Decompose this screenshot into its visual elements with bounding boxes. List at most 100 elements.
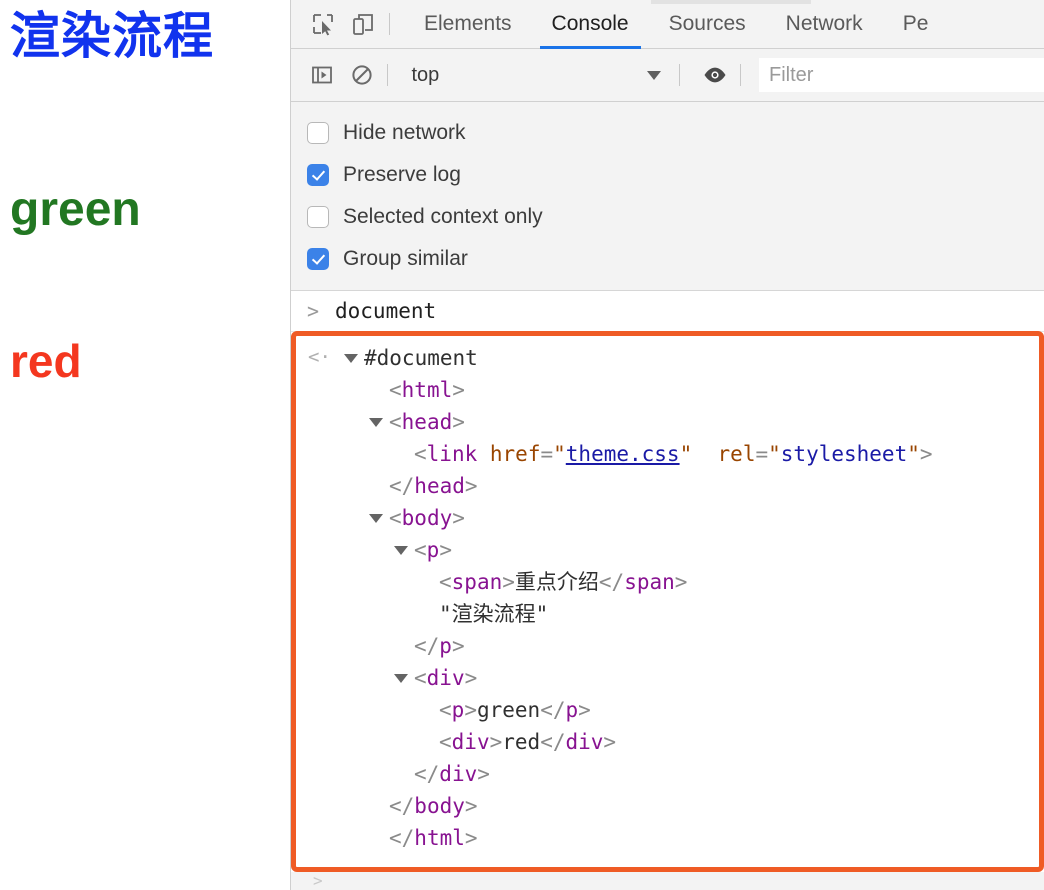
hide-network-label: Hide network [343, 121, 466, 144]
setting-hide-network[interactable]: Hide network [291, 112, 1044, 154]
dom-token: div [565, 730, 604, 754]
dom-token: </ [540, 730, 566, 754]
execution-context-value: top [411, 63, 440, 86]
preserve-log-checkbox[interactable] [307, 164, 329, 186]
tab-elements[interactable]: Elements [404, 0, 532, 49]
dom-token: " [768, 442, 781, 466]
dom-token: > [464, 698, 477, 722]
dom-tree-line[interactable]: <div> [296, 662, 1039, 694]
dom-tree-line[interactable]: </head> [296, 470, 1039, 502]
dom-token: html [401, 378, 453, 402]
dom-tree-line[interactable]: </div> [296, 758, 1039, 790]
dom-token: 重点介绍 [514, 570, 599, 594]
console-bottom-strip [291, 872, 1044, 890]
dom-tree-line[interactable]: <p> [296, 534, 1039, 566]
dom-token: < [439, 570, 452, 594]
dom-token: </ [598, 570, 625, 594]
dom-tree-line[interactable]: <div>red</div> [296, 726, 1039, 758]
live-expression-eye-icon[interactable] [700, 58, 730, 92]
expand-triangle-icon[interactable] [394, 546, 408, 555]
expand-triangle-icon[interactable] [394, 674, 408, 683]
dom-token: > [674, 570, 688, 594]
dom-token: > [578, 698, 591, 722]
dom-tree-line[interactable]: </p> [296, 630, 1039, 662]
dom-token: body [414, 794, 465, 818]
dom-token: link [426, 442, 478, 466]
dom-token: = [755, 442, 769, 466]
dom-token: p [451, 698, 465, 722]
dom-token: span [451, 570, 503, 594]
inspect-element-icon[interactable] [307, 8, 339, 40]
dom-token: div [426, 666, 465, 690]
dom-tree-line[interactable]: "渲染流程" [296, 598, 1039, 630]
console-sidebar-icon[interactable] [307, 58, 337, 92]
dom-tree-result[interactable]: #document <html> <head> <link href="theme.c… [296, 336, 1039, 854]
dom-token: > [452, 506, 465, 530]
dom-token: html [414, 826, 465, 850]
dom-tree-line[interactable]: </body> [296, 790, 1039, 822]
dom-token: stylesheet [780, 442, 908, 466]
console-input-expression: document [335, 299, 437, 323]
filter-input[interactable] [759, 58, 1044, 92]
clear-console-icon[interactable] [347, 58, 377, 92]
dom-token: rel [717, 442, 756, 466]
return-value-arrow-icon: <· [308, 346, 331, 368]
dom-token: > [919, 442, 933, 466]
prompt-chevron-icon: > [307, 299, 320, 323]
dom-token: < [414, 538, 427, 562]
expand-triangle-icon[interactable] [344, 354, 358, 363]
dom-token: theme.css [565, 442, 680, 466]
dom-tree-line[interactable]: <p>green</p> [296, 694, 1039, 726]
dom-token: < [439, 730, 452, 754]
dom-token: </ [389, 826, 415, 850]
dom-tree-line[interactable]: <head> [296, 406, 1039, 438]
device-toolbar-icon[interactable] [347, 8, 379, 40]
dom-tree-line[interactable]: <span>重点介绍</span> [296, 566, 1039, 598]
page-green-text: green [10, 183, 141, 236]
dom-token: div [439, 762, 478, 786]
dom-token: > [464, 826, 478, 850]
dom-token: head [414, 474, 465, 498]
console-input-row[interactable]: > document [291, 291, 1044, 332]
tabbar-divider [389, 13, 390, 35]
dom-token: > [452, 410, 465, 434]
devtools-panel: Elements Console Sources Network Pe top … [290, 0, 1044, 890]
group-similar-label: Group similar [343, 247, 468, 270]
setting-selected-context-only[interactable]: Selected context only [291, 196, 1044, 238]
setting-preserve-log[interactable]: Preserve log [291, 154, 1044, 196]
expand-triangle-icon[interactable] [369, 514, 383, 523]
dom-token: > [452, 378, 465, 402]
hide-network-checkbox[interactable] [307, 122, 329, 144]
dom-token: < [439, 698, 452, 722]
dom-token: > [603, 730, 617, 754]
dom-tree-line[interactable]: <body> [296, 502, 1039, 534]
dom-tree-line[interactable]: </html> [296, 822, 1039, 854]
rendered-page-pane: 渲染流程 green red [0, 0, 290, 890]
dom-token: </ [389, 794, 415, 818]
tab-network[interactable]: Network [766, 0, 883, 49]
tab-sources[interactable]: Sources [649, 0, 766, 49]
dom-token: < [389, 378, 402, 402]
group-similar-checkbox[interactable] [307, 248, 329, 270]
selected-context-only-checkbox[interactable] [307, 206, 329, 228]
dom-token: </ [414, 762, 440, 786]
toolbar-divider-1 [386, 64, 388, 86]
dom-token: > [439, 538, 452, 562]
dom-tree-line[interactable]: <html> [296, 374, 1039, 406]
dom-tree-line[interactable]: <link href="theme.css" rel="stylesheet"> [296, 438, 1039, 470]
dom-token: = [540, 442, 554, 466]
dom-token: > [464, 794, 478, 818]
execution-context-select[interactable]: top [403, 58, 669, 92]
dom-token: > [489, 730, 503, 754]
setting-group-similar[interactable]: Group similar [291, 238, 1044, 280]
dom-token: p [565, 698, 579, 722]
tab-performance[interactable]: Pe [883, 0, 949, 49]
dom-tree-line[interactable]: #document [296, 342, 1039, 374]
dom-token [477, 442, 490, 466]
tab-console[interactable]: Console [532, 0, 649, 49]
screen-root: 渲染流程 green red Elements Console Sources … [0, 0, 1044, 890]
dom-token: " [907, 442, 920, 466]
expand-triangle-icon[interactable] [369, 418, 383, 427]
dom-token: > [464, 666, 478, 690]
dom-token: > [477, 762, 490, 786]
